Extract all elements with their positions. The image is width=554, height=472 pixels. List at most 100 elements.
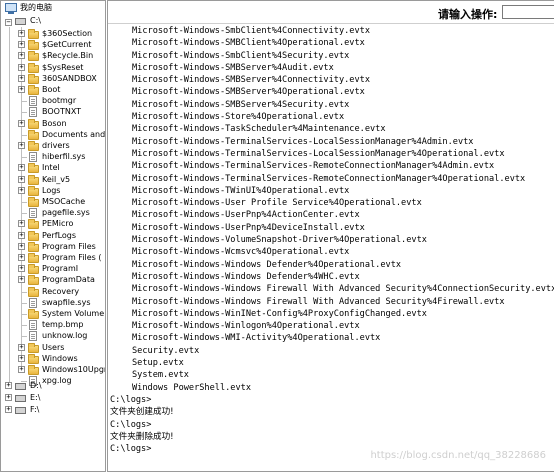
- file-icon: [29, 208, 37, 219]
- tree-item[interactable]: Windows: [42, 353, 78, 365]
- tree-item[interactable]: System Volume I: [42, 308, 105, 320]
- tree-item[interactable]: ProgramData: [42, 274, 95, 286]
- expand-icon[interactable]: +: [18, 119, 25, 127]
- tree-item[interactable]: Logs: [42, 185, 60, 197]
- tree-item[interactable]: $360Section: [42, 28, 92, 40]
- expand-icon[interactable]: +: [18, 86, 25, 93]
- tree-item[interactable]: Documents and S: [42, 129, 105, 141]
- folder-tree-panel: 我的电脑 − C:\ + $360Section + $GetCurrent + $Rec…: [0, 0, 106, 472]
- drive-icon: [15, 383, 26, 390]
- expand-icon[interactable]: +: [18, 343, 25, 351]
- tree-item[interactable]: $Recycle.Bin: [42, 50, 93, 62]
- expand-icon[interactable]: +: [18, 30, 25, 37]
- expand-icon[interactable]: +: [18, 52, 25, 60]
- tree-item[interactable]: Program Files: [42, 241, 96, 253]
- tree-item[interactable]: hiberfil.sys: [42, 151, 85, 163]
- collapse-c-drive-icon[interactable]: −: [5, 19, 12, 26]
- console-file-line: Microsoft-Windows-SMBServer%4Operational…: [132, 87, 365, 98]
- tree-item[interactable]: temp.bmp: [42, 319, 83, 331]
- console-prompt-line: C:\logs>: [110, 394, 152, 405]
- file-icon: [29, 152, 37, 163]
- folder-icon: [28, 29, 39, 39]
- console-file-line: Setup.evtx: [132, 358, 184, 369]
- folder-icon: [28, 185, 39, 196]
- console-file-line: Microsoft-Windows-TerminalServices-Remot…: [132, 173, 526, 184]
- tree-item[interactable]: Boot: [42, 84, 60, 96]
- tree-item[interactable]: pagefile.sys: [42, 207, 90, 219]
- console-file-line: Microsoft-Windows-TaskScheduler%4Mainten…: [132, 124, 386, 135]
- console-file-line: Microsoft-Windows-TerminalServices-Local…: [132, 136, 474, 147]
- folder-icon: [28, 230, 39, 241]
- folder-icon: [28, 353, 39, 364]
- folder-icon: [28, 309, 39, 319]
- expand-icon[interactable]: +: [18, 231, 25, 239]
- tree-item[interactable]: xpg.log: [42, 375, 72, 387]
- drive-icon: [15, 395, 26, 402]
- tree-item[interactable]: Program Files (: [42, 252, 102, 264]
- expand-drive-icon[interactable]: +: [5, 394, 12, 401]
- computer-icon: [5, 3, 17, 14]
- folder-icon: [28, 241, 39, 252]
- tree-item[interactable]: PEMicro: [42, 218, 73, 230]
- expand-icon[interactable]: +: [18, 41, 25, 49]
- watermark: https://blog.csdn.net/qq_38228686: [370, 450, 546, 461]
- console-file-line: Microsoft-Windows-SMBClient%4Operational…: [132, 38, 365, 49]
- tree-drive[interactable]: E:\: [30, 392, 40, 404]
- tree-item[interactable]: Recovery: [42, 286, 79, 298]
- console-output: Microsoft-Windows-SmbClient%4Connectivit…: [110, 25, 554, 455]
- tree-root-my-computer[interactable]: 我的电脑: [20, 2, 52, 14]
- expand-icon[interactable]: +: [18, 74, 25, 82]
- console-file-line: System.evtx: [132, 370, 189, 381]
- file-icon: [29, 96, 37, 107]
- tree-item[interactable]: swapfile.sys: [42, 297, 91, 309]
- tree-item[interactable]: drivers: [42, 140, 70, 152]
- console-file-line: Security.evtx: [132, 345, 200, 356]
- expand-icon[interactable]: +: [18, 254, 25, 261]
- expand-icon[interactable]: +: [18, 142, 25, 149]
- tree-item[interactable]: MSOCache: [42, 196, 85, 208]
- tree-item[interactable]: PerfLogs: [42, 230, 76, 242]
- console-file-line: Microsoft-Windows-Windows Firewall With …: [132, 284, 554, 295]
- folder-icon: [28, 253, 39, 263]
- tree-item[interactable]: BOOTNXT: [42, 106, 81, 118]
- expand-icon[interactable]: +: [18, 265, 25, 273]
- tree-item[interactable]: ProgramI: [42, 263, 78, 275]
- tree-item[interactable]: 360SANDBOX: [42, 73, 97, 85]
- folder-icon: [28, 197, 39, 207]
- tree-item[interactable]: unknow.log: [42, 330, 87, 342]
- console-message-line: 文件夹删除成功!: [110, 431, 174, 442]
- tree-item[interactable]: $SysReset: [42, 62, 83, 74]
- expand-icon[interactable]: +: [18, 220, 25, 228]
- folder-icon: [28, 73, 39, 84]
- tree-item[interactable]: bootmgr: [42, 95, 76, 107]
- folder-icon: [28, 85, 39, 95]
- tree-item[interactable]: Boson: [42, 118, 67, 130]
- tree-item[interactable]: Windows10Upgrad: [42, 364, 105, 376]
- tree-item[interactable]: Intel: [42, 162, 60, 174]
- folder-icon: [28, 163, 39, 174]
- expand-icon[interactable]: +: [18, 242, 25, 250]
- expand-drive-icon[interactable]: +: [5, 406, 12, 413]
- tree-item[interactable]: Users: [42, 342, 64, 354]
- tree-drive[interactable]: F:\: [30, 404, 39, 416]
- expand-drive-icon[interactable]: +: [5, 382, 12, 389]
- console-panel: 请输入操作: Microsoft-Windows-SmbClient%4Conn…: [107, 0, 554, 472]
- tree-drive-c[interactable]: C:\: [30, 15, 41, 27]
- divider: [108, 23, 554, 24]
- expand-icon[interactable]: +: [18, 63, 25, 71]
- command-input[interactable]: [502, 5, 554, 19]
- expand-icon[interactable]: +: [18, 175, 25, 183]
- expand-icon[interactable]: +: [18, 276, 25, 284]
- tree-item[interactable]: $GetCurrent: [42, 39, 91, 51]
- tree-drive[interactable]: D:\: [30, 380, 42, 392]
- file-icon: [29, 320, 37, 331]
- folder-icon: [28, 129, 39, 140]
- expand-icon[interactable]: +: [18, 366, 25, 373]
- folder-icon: [28, 219, 39, 230]
- expand-icon[interactable]: +: [18, 186, 25, 194]
- folder-icon: [28, 51, 39, 62]
- expand-icon[interactable]: +: [18, 164, 25, 172]
- expand-icon[interactable]: +: [18, 354, 25, 362]
- tree-item[interactable]: Keil_v5: [42, 174, 70, 186]
- file-icon: [29, 107, 37, 118]
